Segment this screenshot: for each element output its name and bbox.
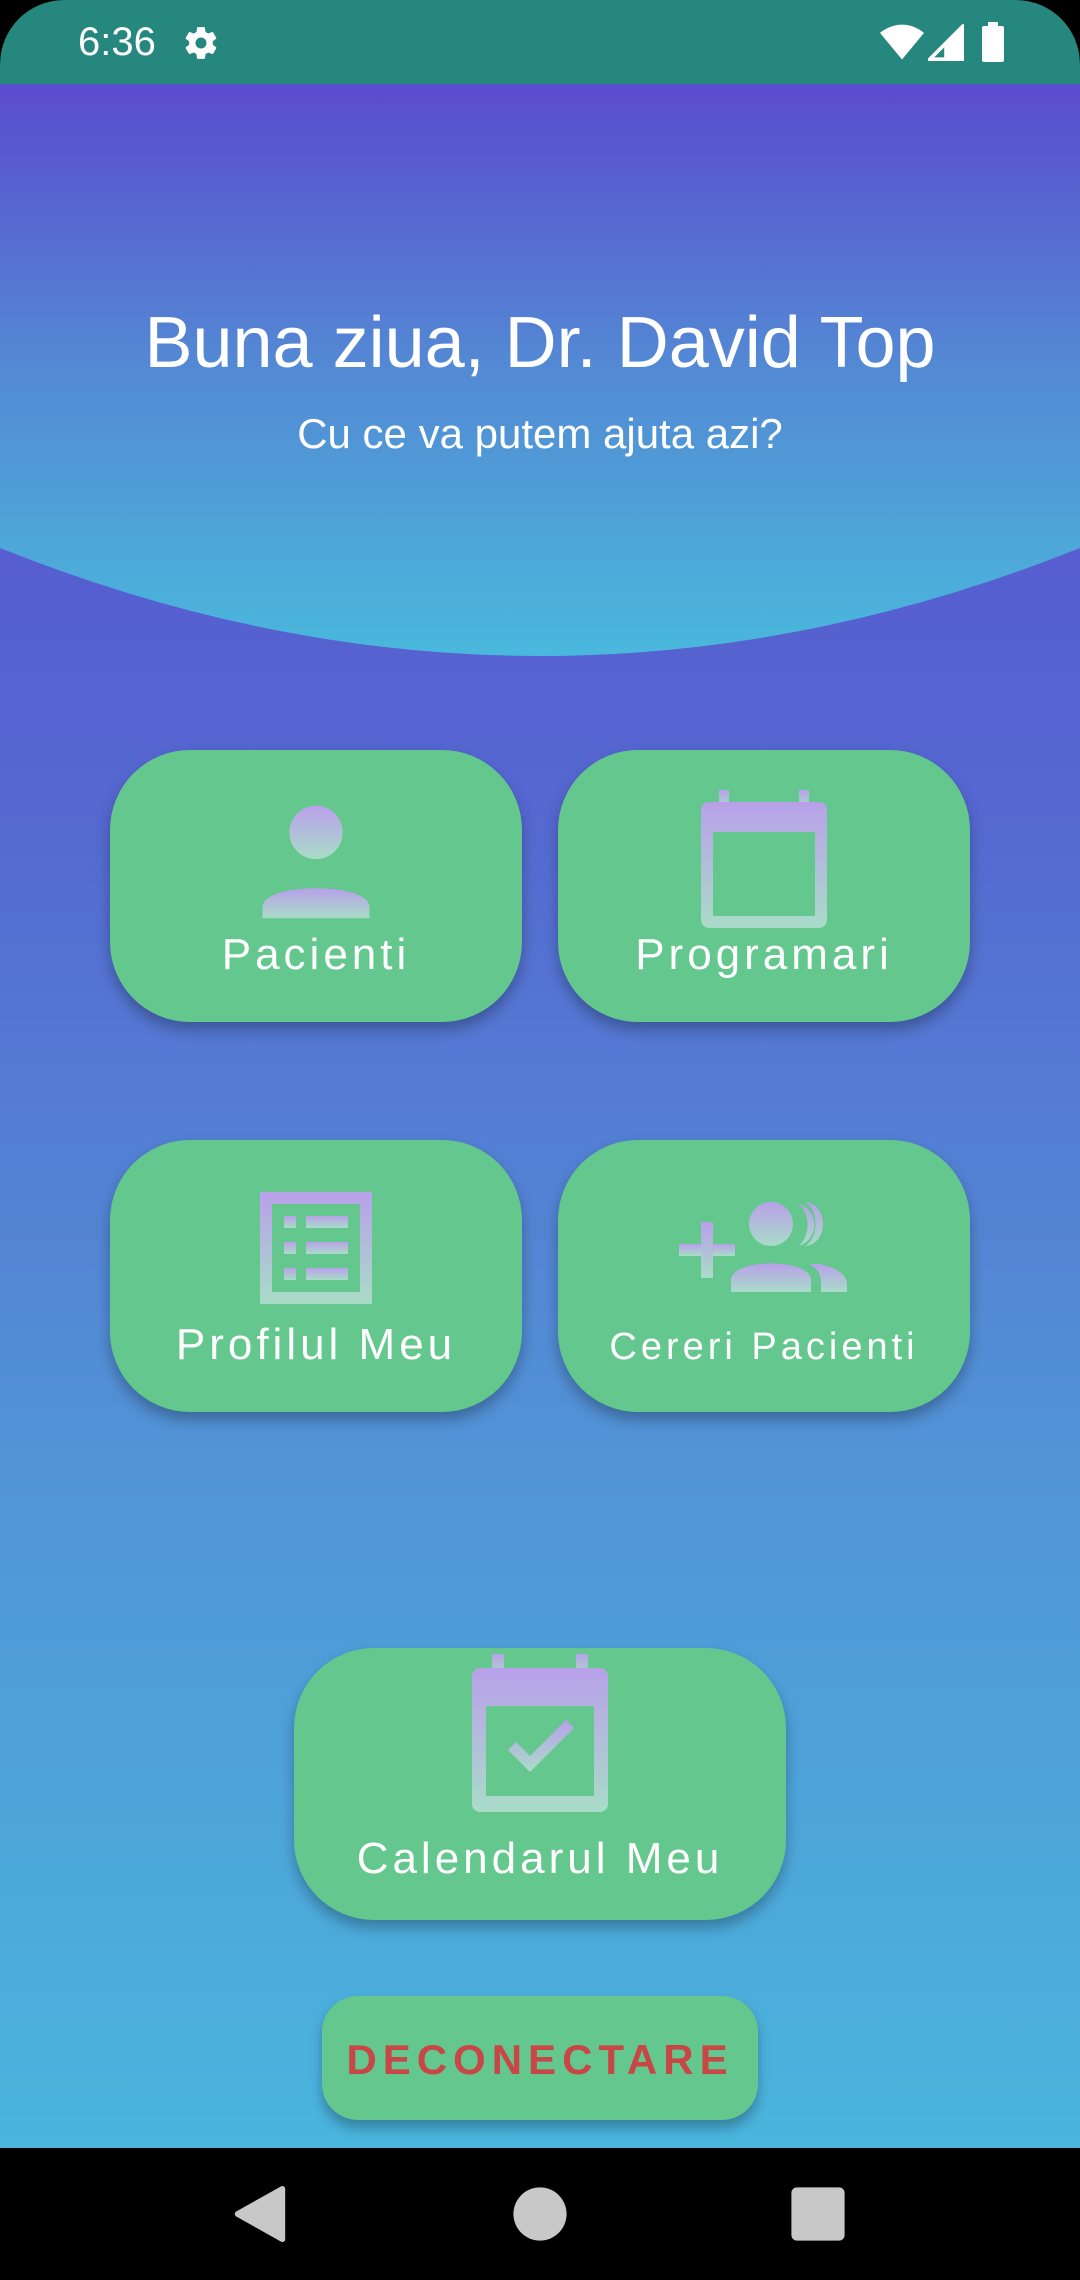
my-calendar-tile-label: Calendarul Meu bbox=[356, 1834, 724, 1883]
wifi-icon bbox=[880, 24, 924, 60]
main-content: Buna ziua, Dr. David Top Cu ce va putem … bbox=[0, 84, 1080, 2148]
signal-icon bbox=[928, 24, 964, 61]
navigation-bar bbox=[0, 2148, 1080, 2280]
my-calendar-tile[interactable]: Calendarul Meu bbox=[294, 1648, 786, 1920]
recents-icon[interactable] bbox=[790, 2186, 846, 2242]
calendar-icon bbox=[701, 790, 827, 928]
status-time: 6:36 bbox=[78, 20, 156, 64]
calendar-check-icon bbox=[472, 1654, 608, 1812]
my-profile-tile-label: Profilul Meu bbox=[175, 1320, 457, 1369]
home-icon[interactable] bbox=[512, 2186, 568, 2242]
patients-tile[interactable]: Pacienti bbox=[110, 750, 522, 1022]
appointments-tile-label: Programari bbox=[635, 930, 893, 979]
patients-tile-label: Pacienti bbox=[221, 930, 411, 979]
person-icon bbox=[262, 805, 370, 919]
logout-button-label: DECONECTARE bbox=[346, 2036, 734, 2083]
back-icon[interactable] bbox=[232, 2186, 288, 2242]
patient-requests-tile[interactable]: Cereri Pacienti bbox=[558, 1140, 970, 1412]
status-bar: 6:36 bbox=[0, 0, 1080, 84]
battery-icon bbox=[982, 22, 1004, 62]
patient-requests-tile-label: Cereri Pacienti bbox=[609, 1326, 919, 1368]
appointments-tile[interactable]: Programari bbox=[558, 750, 970, 1022]
logout-button[interactable]: DECONECTARE bbox=[322, 1996, 758, 2120]
gear-icon bbox=[185, 27, 217, 59]
greeting-title: Buna ziua, Dr. David Top bbox=[144, 303, 936, 383]
my-profile-tile[interactable]: Profilul Meu bbox=[110, 1140, 522, 1412]
screen: 6:36 Buna ziua, Dr. David Top Cu ce va p… bbox=[0, 0, 1080, 2280]
list-icon bbox=[260, 1192, 372, 1304]
greeting-subtitle: Cu ce va putem ajuta azi? bbox=[297, 410, 783, 457]
group-add-icon bbox=[679, 1202, 847, 1292]
